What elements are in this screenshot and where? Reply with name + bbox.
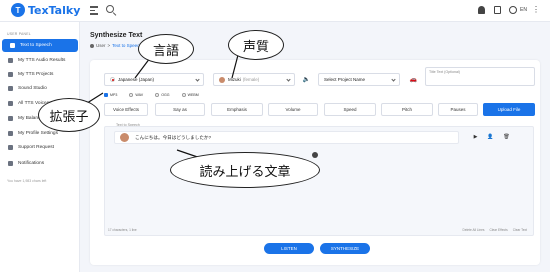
voice-effects-button[interactable]: Voice Effects	[104, 103, 148, 116]
voice-avatar	[219, 76, 225, 83]
title-input[interactable]: Title Text (Optional)	[425, 67, 535, 86]
say-as-button[interactable]: Say as	[155, 103, 205, 116]
search-icon[interactable]	[106, 5, 114, 13]
sidebar-heading: USER PANEL	[7, 32, 31, 36]
radio-icon	[129, 93, 134, 97]
listen-button[interactable]: LISTEN	[264, 243, 314, 254]
annotation-voice: 声質	[228, 30, 284, 60]
support-icon	[8, 145, 13, 150]
trash-icon[interactable]: 🗑	[503, 133, 510, 140]
chars-left: You have 1,983 chars left	[7, 179, 47, 183]
emphasis-button[interactable]: Emphasis	[211, 103, 263, 116]
upload-file-button[interactable]: Upload File	[483, 103, 535, 116]
sidebar-item-notifications[interactable]: Notifications	[0, 157, 80, 170]
checkbox-icon	[104, 93, 108, 97]
pitch-button[interactable]: Pitch	[381, 103, 433, 116]
sidebar-item-projects[interactable]: My TTS Projects	[0, 68, 80, 81]
top-bar: T TexTalky EN ⋮	[0, 0, 550, 22]
format-options: MP3 WAV OGG WEBM	[104, 93, 199, 97]
radio-icon	[155, 93, 160, 97]
message-icon[interactable]	[494, 6, 501, 14]
breadcrumb: User > Text to Speech	[90, 43, 142, 48]
globe-icon[interactable]	[509, 6, 517, 14]
format-ogg[interactable]: OGG	[155, 93, 170, 97]
bell-icon[interactable]	[478, 6, 485, 14]
format-wav[interactable]: WAV	[129, 93, 143, 97]
logo-mark: T	[11, 3, 25, 17]
sidebar: USER PANEL Text to Speech My TTS Audio R…	[0, 22, 80, 272]
chevron-down-icon	[391, 77, 396, 82]
synthesize-button[interactable]: SYNTHESIZE	[320, 243, 370, 254]
sidebar-item-sound-studio[interactable]: Sound Studio	[0, 82, 80, 95]
pauses-button[interactable]: Pauses	[438, 103, 478, 116]
logo-text: TexTalky	[28, 3, 81, 17]
editor-links: Delete All Lines Clear Effects Clear Tex…	[463, 228, 527, 232]
speaker-icon[interactable]: 🔈	[301, 74, 312, 85]
format-webm[interactable]: WEBM	[181, 93, 199, 97]
wallet-icon	[8, 116, 13, 121]
bell-icon	[8, 161, 13, 166]
language-switch[interactable]: EN	[520, 7, 527, 13]
delete-all-lines-link[interactable]: Delete All Lines	[463, 228, 485, 232]
chevron-down-icon	[286, 77, 291, 82]
language-select[interactable]: Japanese (Japan)	[104, 73, 204, 86]
chevron-down-icon	[195, 77, 200, 82]
page-title: Synthesize Text	[90, 32, 143, 39]
menu-icon[interactable]	[90, 6, 98, 15]
line-voice-avatar[interactable]	[120, 133, 129, 142]
folder-icon	[8, 58, 13, 63]
logo[interactable]: T TexTalky	[11, 3, 80, 17]
play-icon[interactable]: ▶	[472, 133, 479, 140]
sidebar-item-support[interactable]: Support Request	[0, 141, 80, 154]
music-icon	[8, 86, 13, 91]
car-icon[interactable]: 🚗	[408, 74, 419, 85]
voice-select[interactable]: Mizuki (female)	[213, 73, 295, 86]
user-icon	[8, 131, 13, 136]
sidebar-item-text-to-speech[interactable]: Text to Speech	[2, 39, 78, 52]
breadcrumb-user[interactable]: User	[96, 43, 106, 48]
folder-icon	[8, 72, 13, 77]
voice-swap-icon[interactable]: 👤	[487, 133, 494, 140]
clear-effects-link[interactable]: Clear Effects	[490, 228, 508, 232]
clear-text-link[interactable]: Clear Text	[513, 228, 527, 232]
format-mp3[interactable]: MP3	[104, 93, 117, 97]
user-icon	[90, 43, 94, 48]
annotation-text: 読み上げる文章	[170, 152, 320, 188]
volume-button[interactable]: Volume	[268, 103, 318, 116]
sidebar-item-audio-results[interactable]: My TTS Audio Results	[0, 54, 80, 67]
breadcrumb-sep: >	[107, 43, 111, 48]
voice-icon	[8, 101, 13, 106]
radio-icon	[181, 93, 186, 97]
char-counter: 17 characters, 1 line	[108, 228, 137, 232]
add-line-icon[interactable]	[312, 152, 318, 158]
text-line-input[interactable]: こんにちは。今日はどうしましたか?	[114, 131, 459, 144]
annotation-extension: 拡張子	[38, 98, 100, 132]
user-menu-icon[interactable]: ⋮	[532, 5, 540, 14]
annotation-language: 言語	[138, 34, 194, 64]
microphone-icon	[10, 43, 15, 48]
speed-button[interactable]: Speed	[324, 103, 376, 116]
japan-flag-icon	[110, 77, 115, 82]
project-select[interactable]: Select Project Name	[318, 73, 400, 86]
